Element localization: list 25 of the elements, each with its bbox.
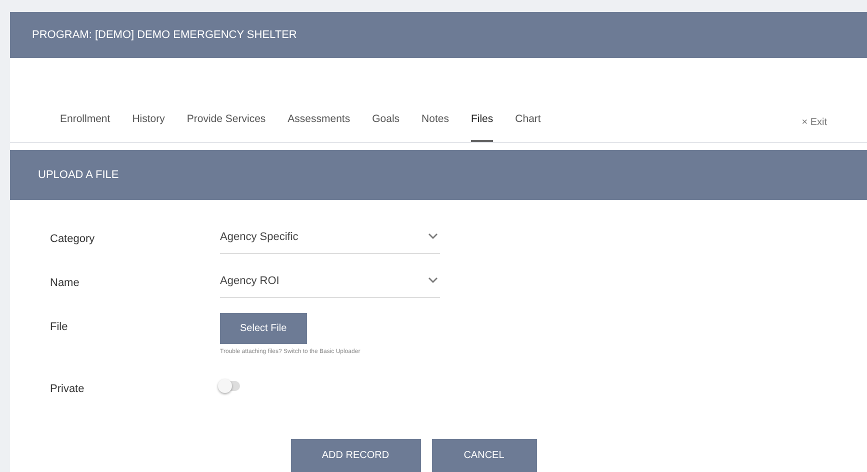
tab[interactable]: Goals (372, 112, 400, 142)
field-label: File (50, 320, 69, 335)
toggle-switch[interactable] (220, 381, 240, 391)
select-field[interactable]: Agency Specific (220, 225, 440, 254)
action-button[interactable]: CANCEL (432, 439, 536, 472)
field-label: Category (50, 232, 96, 247)
tab[interactable]: Provide Services (186, 112, 266, 142)
section-title: UPLOAD A FILE (38, 168, 119, 183)
exit-button[interactable]: × Exit (802, 115, 827, 142)
tab[interactable]: Assessments (288, 112, 350, 142)
select-value: Agency ROI (220, 274, 280, 289)
field-label: Name (50, 276, 80, 291)
action-button[interactable]: ADD RECORD (290, 439, 420, 472)
tab[interactable]: History (132, 112, 165, 142)
field-label: Private (50, 382, 86, 397)
tab[interactable]: Notes (422, 112, 449, 142)
select-field[interactable]: Agency ROI (220, 269, 440, 298)
program-title: PROGRAM: [DEMO] DEMO EMERGENCY SHELTER (32, 28, 297, 43)
tab[interactable]: Enrollment (60, 112, 110, 142)
chevron-down-icon (428, 277, 438, 283)
tab[interactable]: Files (470, 112, 494, 142)
tab[interactable]: Chart (515, 112, 541, 142)
select-file-button[interactable]: Select File (220, 313, 307, 344)
select-value: Agency Specific (220, 230, 298, 245)
chevron-down-icon (428, 233, 438, 239)
